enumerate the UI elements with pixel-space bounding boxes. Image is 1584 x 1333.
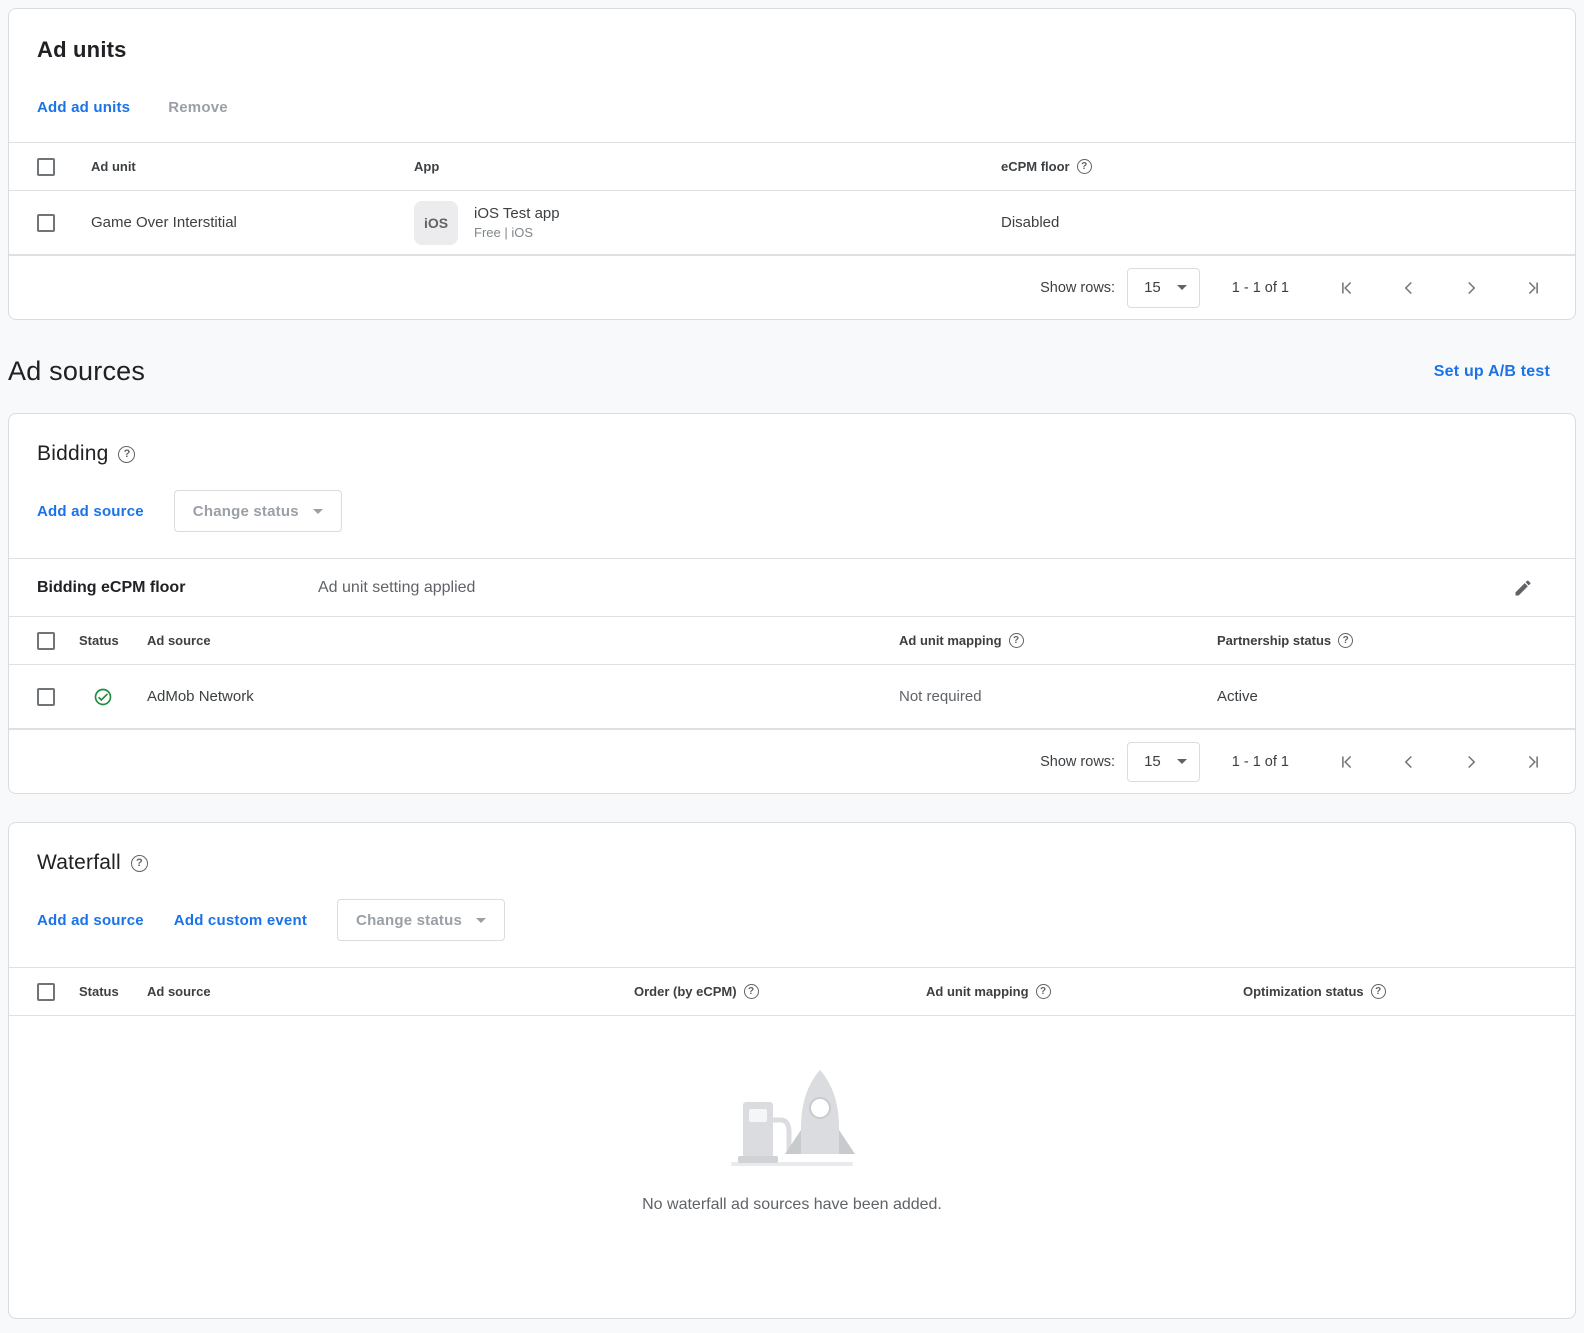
ad-sources-title: Ad sources — [8, 356, 145, 387]
first-page-icon — [1336, 277, 1358, 299]
order-column-header: Order (by eCPM) — [634, 984, 737, 999]
rows-per-page-value: 15 — [1144, 753, 1161, 770]
ad-unit-mapping-column-header: Ad unit mapping — [899, 633, 1002, 648]
bidding-row-checkbox[interactable] — [37, 688, 55, 706]
last-page-button[interactable] — [1521, 750, 1545, 774]
ad-unit-column-header: Ad unit — [91, 159, 414, 174]
chevron-left-icon — [1398, 277, 1420, 299]
edit-bidding-floor-button[interactable] — [1509, 574, 1537, 602]
bidding-table-header: Status Ad source Ad unit mapping ? Partn… — [9, 616, 1575, 665]
waterfall-empty-message: No waterfall ad sources have been added. — [9, 1196, 1575, 1214]
bidding-pagination: Show rows: 15 1 - 1 of 1 — [9, 729, 1575, 793]
bidding-select-all-checkbox[interactable] — [37, 632, 55, 650]
bidding-change-status-button[interactable]: Change status — [174, 490, 342, 532]
next-page-button[interactable] — [1459, 750, 1483, 774]
mediation-page: Ad units Add ad units Remove Ad unit App… — [0, 0, 1584, 1333]
remove-button[interactable]: Remove — [168, 99, 228, 116]
partnership-status-column-header: Partnership status — [1217, 633, 1331, 648]
bidding-card: Bidding ? Add ad source Change status Bi… — [8, 413, 1576, 794]
show-rows-label: Show rows: — [1040, 280, 1115, 296]
waterfall-title: Waterfall — [37, 851, 121, 875]
ad-unit-mapping-help-icon[interactable]: ? — [1009, 633, 1024, 648]
ecpm-floor-column-header: eCPM floor — [1001, 159, 1070, 174]
order-help-icon[interactable]: ? — [744, 984, 759, 999]
ad-units-table-header: Ad unit App eCPM floor ? — [9, 142, 1575, 191]
status-active-check-icon — [93, 687, 113, 707]
ad-unit-mapping-help-icon[interactable]: ? — [1036, 984, 1051, 999]
ad-units-card: Ad units Add ad units Remove Ad unit App… — [8, 8, 1576, 320]
status-column-header: Status — [79, 984, 147, 999]
setup-ab-test-link[interactable]: Set up A/B test — [1434, 363, 1550, 381]
ecpm-floor-value: Disabled — [1001, 214, 1575, 231]
chevron-down-icon — [313, 509, 323, 514]
app-column-header: App — [414, 159, 1001, 174]
first-page-button[interactable] — [1335, 276, 1359, 300]
change-status-label: Change status — [356, 912, 462, 929]
ad-unit-mapping-column-header: Ad unit mapping — [926, 984, 1029, 999]
bidding-ecpm-floor-label: Bidding eCPM floor — [37, 579, 318, 597]
status-column-header: Status — [79, 633, 147, 648]
optimization-status-help-icon[interactable]: ? — [1371, 984, 1386, 999]
add-ad-units-button[interactable]: Add ad units — [37, 99, 130, 116]
partnership-status-help-icon[interactable]: ? — [1338, 633, 1353, 648]
change-status-label: Change status — [193, 503, 299, 520]
page-range-label: 1 - 1 of 1 — [1232, 754, 1289, 770]
waterfall-change-status-button[interactable]: Change status — [337, 899, 505, 941]
page-range-label: 1 - 1 of 1 — [1232, 280, 1289, 296]
chevron-right-icon — [1460, 751, 1482, 773]
last-page-icon — [1522, 751, 1544, 773]
partnership-status-value: Active — [1217, 688, 1575, 705]
add-custom-event-button[interactable]: Add custom event — [174, 912, 307, 929]
ecpm-floor-help-icon[interactable]: ? — [1077, 159, 1092, 174]
chevron-down-icon — [1177, 759, 1187, 764]
prev-page-button[interactable] — [1397, 750, 1421, 774]
rows-per-page-value: 15 — [1144, 279, 1161, 296]
optimization-status-column-header: Optimization status — [1243, 984, 1364, 999]
ios-app-icon: iOS — [414, 201, 458, 245]
next-page-button[interactable] — [1459, 276, 1483, 300]
chevron-down-icon — [1177, 285, 1187, 290]
app-meta: Free | iOS — [474, 225, 560, 240]
pencil-icon — [1513, 578, 1533, 598]
waterfall-add-ad-source-button[interactable]: Add ad source — [37, 912, 144, 929]
bidding-ecpm-floor-row: Bidding eCPM floor Ad unit setting appli… — [9, 558, 1575, 616]
ad-source-column-header: Ad source — [147, 633, 899, 648]
bidding-add-ad-source-button[interactable]: Add ad source — [37, 503, 144, 520]
ad-source-name: AdMob Network — [147, 688, 899, 705]
ad-source-column-header: Ad source — [147, 984, 634, 999]
ad-units-title: Ad units — [37, 37, 1547, 63]
show-rows-label: Show rows: — [1040, 754, 1115, 770]
first-page-button[interactable] — [1335, 750, 1359, 774]
ad-sources-section-header: Ad sources Set up A/B test — [8, 356, 1550, 387]
prev-page-button[interactable] — [1397, 276, 1421, 300]
rows-per-page-select[interactable]: 15 — [1127, 742, 1200, 782]
app-name: iOS Test app — [474, 205, 560, 222]
waterfall-table-header: Status Ad source Order (by eCPM) ? Ad un… — [9, 967, 1575, 1016]
last-page-icon — [1522, 277, 1544, 299]
waterfall-select-all-checkbox[interactable] — [37, 983, 55, 1001]
rocket-fuel-pump-illustration — [707, 1056, 877, 1176]
ad-units-select-all-checkbox[interactable] — [37, 158, 55, 176]
chevron-left-icon — [1398, 751, 1420, 773]
ad-unit-mapping-value: Not required — [899, 688, 1217, 705]
bidding-help-icon[interactable]: ? — [118, 446, 135, 463]
chevron-down-icon — [476, 918, 486, 923]
waterfall-empty-state: No waterfall ad sources have been added. — [9, 1016, 1575, 1318]
rows-per-page-select[interactable]: 15 — [1127, 268, 1200, 308]
bidding-ecpm-floor-value: Ad unit setting applied — [318, 579, 1509, 597]
ad-unit-name: Game Over Interstitial — [91, 214, 414, 231]
first-page-icon — [1336, 751, 1358, 773]
ad-unit-table-row[interactable]: Game Over Interstitial iOS iOS Test app … — [9, 191, 1575, 255]
bidding-title: Bidding — [37, 442, 108, 466]
ad-unit-row-checkbox[interactable] — [37, 214, 55, 232]
bidding-table-row[interactable]: AdMob Network Not required Active — [9, 665, 1575, 729]
last-page-button[interactable] — [1521, 276, 1545, 300]
waterfall-help-icon[interactable]: ? — [131, 855, 148, 872]
ad-units-pagination: Show rows: 15 1 - 1 of 1 — [9, 255, 1575, 319]
waterfall-card: Waterfall ? Add ad source Add custom eve… — [8, 822, 1576, 1319]
chevron-right-icon — [1460, 277, 1482, 299]
